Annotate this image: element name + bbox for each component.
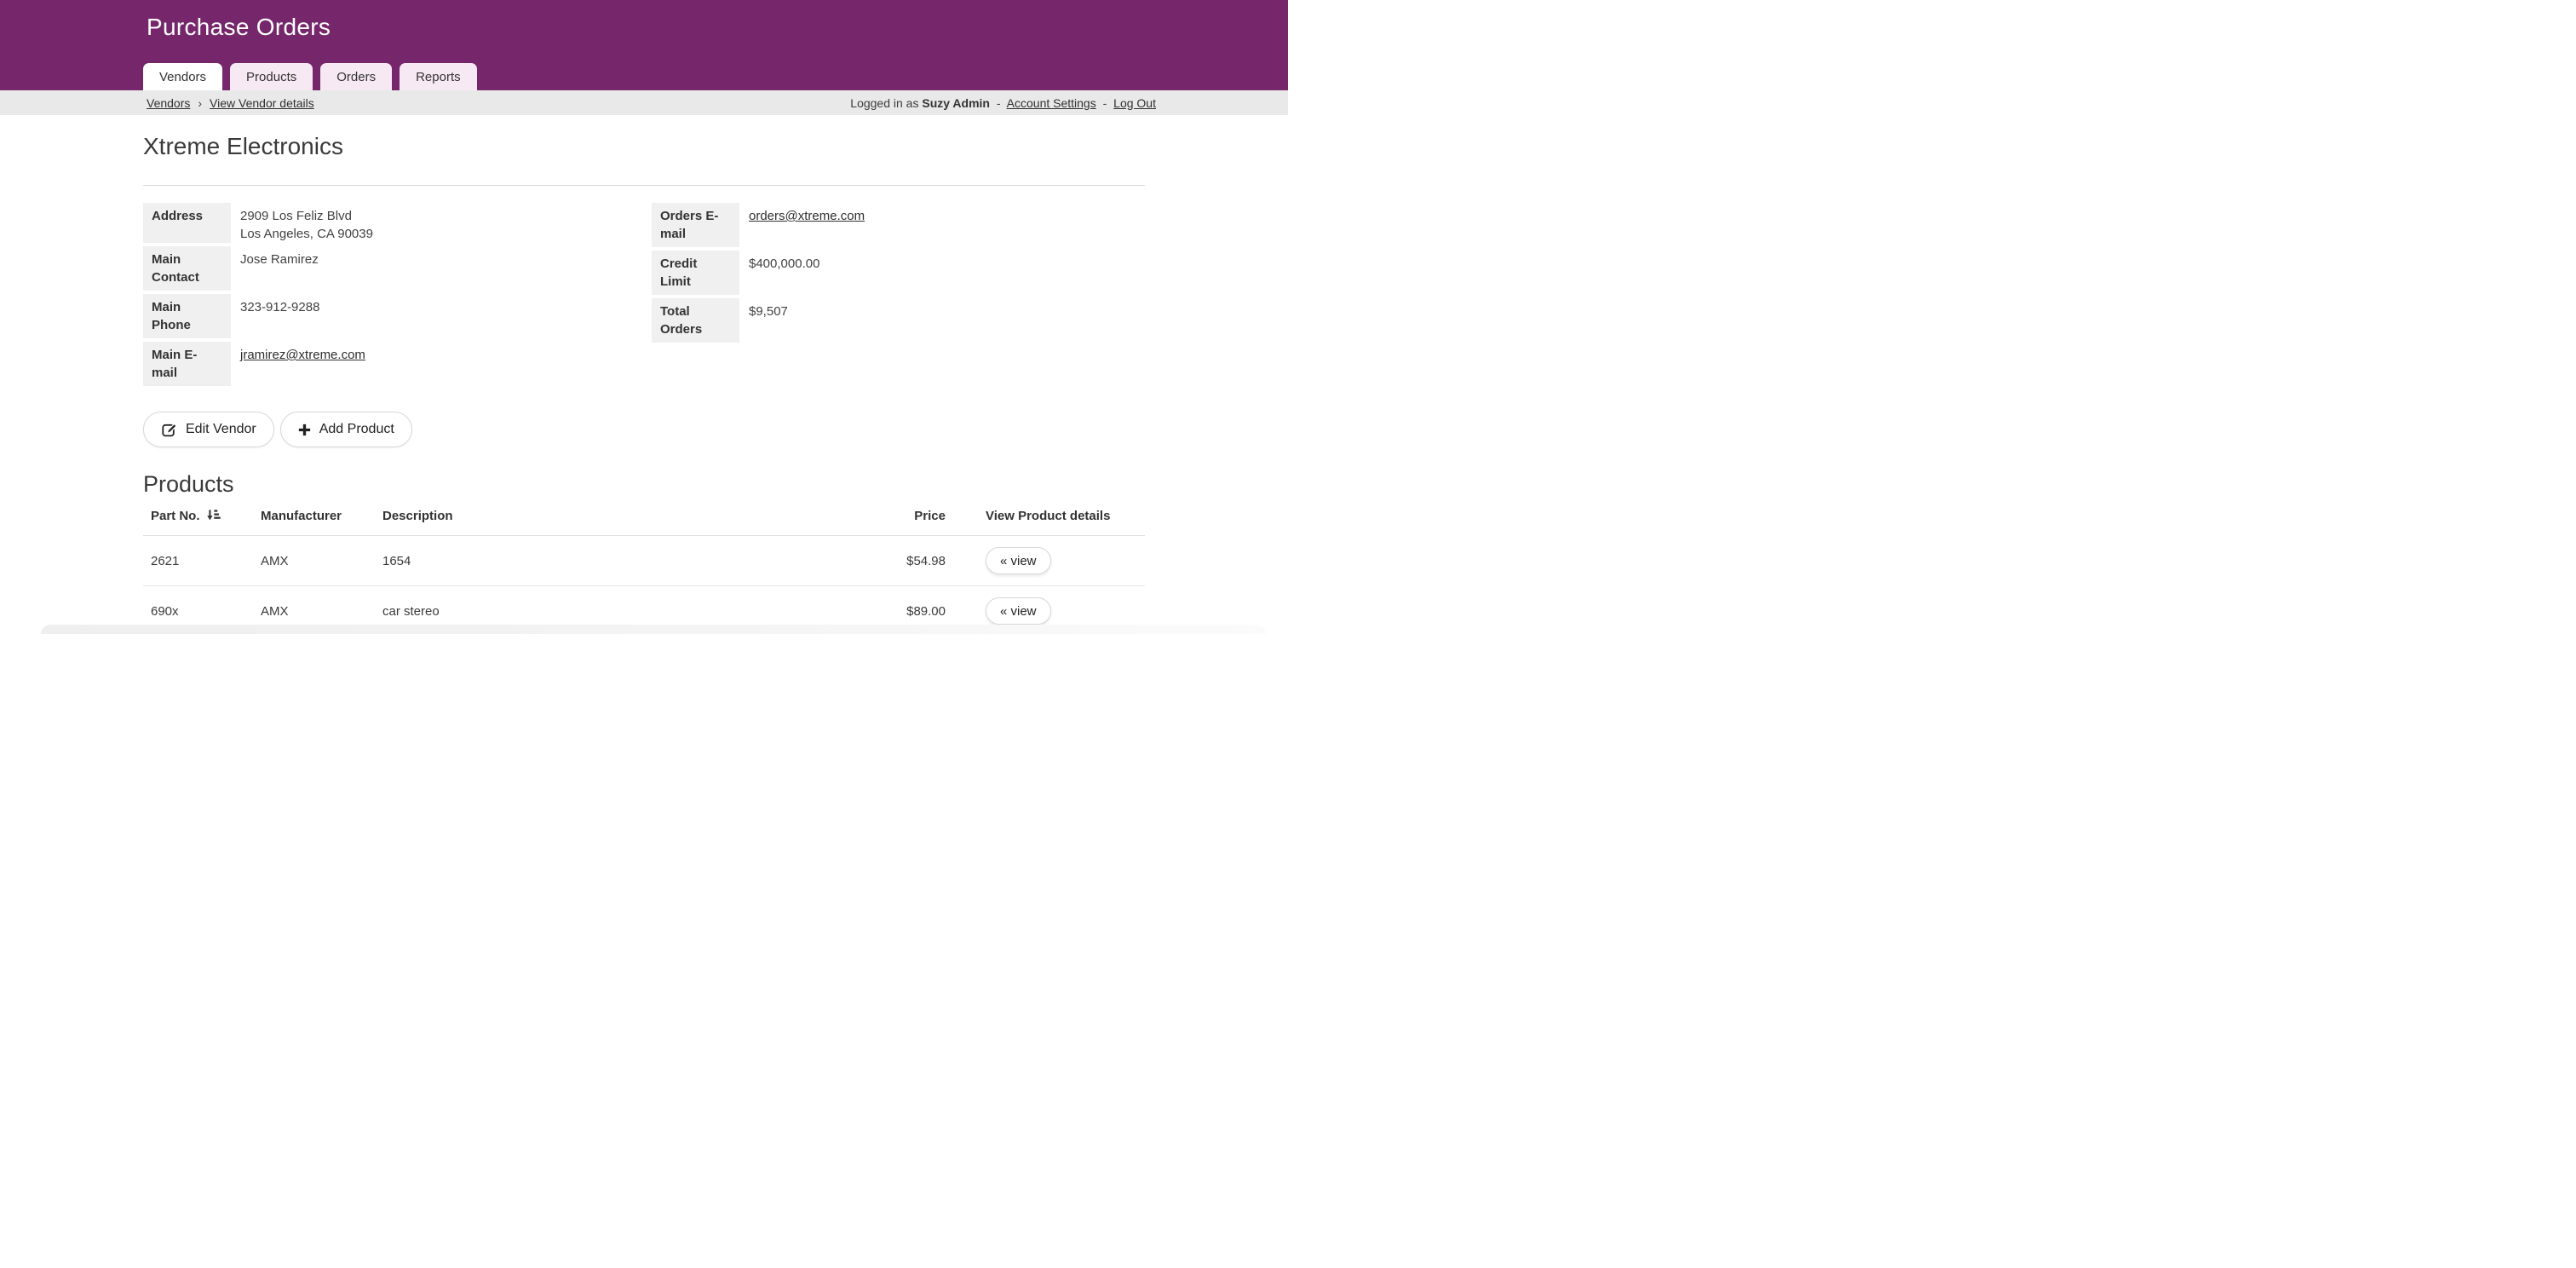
nav-tabs: Vendors Products Orders Reports xyxy=(143,63,477,90)
detail-row-total-orders: Total Orders $9,507 xyxy=(652,298,865,343)
vendor-actions: Edit Vendor Add Product xyxy=(143,412,1145,447)
account-settings-link[interactable]: Account Settings xyxy=(1007,96,1096,110)
logged-in-prefix: Logged in as xyxy=(850,96,918,110)
app-header: Purchase Orders Vendors Products Orders … xyxy=(0,0,1288,90)
detail-value-main-contact: Jose Ramirez xyxy=(231,246,319,291)
detail-row-credit-limit: Credit Limit $400,000.00 xyxy=(652,251,865,295)
detail-label: Main E-mail xyxy=(143,342,231,386)
detail-value-main-email: jramirez@xtreme.com xyxy=(231,342,365,386)
detail-value-credit-limit: $400,000.00 xyxy=(739,251,819,295)
tab-vendors[interactable]: Vendors xyxy=(143,63,222,90)
main-content: Xtreme Electronics Address 2909 Los Feli… xyxy=(0,130,1288,634)
sort-descending-icon xyxy=(206,509,221,522)
app-window: Purchase Orders Vendors Products Orders … xyxy=(0,0,1288,634)
edit-vendor-button[interactable]: Edit Vendor xyxy=(143,412,274,447)
breadcrumb-view-vendor-link[interactable]: View Vendor details xyxy=(210,96,314,110)
detail-label: Credit Limit xyxy=(652,251,739,295)
app-title: Purchase Orders xyxy=(147,14,331,41)
detail-label: Main Phone xyxy=(143,294,231,338)
breadcrumb-separator: › xyxy=(198,96,202,110)
detail-row-main-phone: Main Phone 323-912-9288 xyxy=(143,294,652,338)
session-info: Logged in as Suzy Admin - Account Settin… xyxy=(850,96,1156,110)
add-product-label: Add Product xyxy=(319,422,394,437)
column-header-manufacturer: Manufacturer xyxy=(253,509,375,536)
cell-part-no: 2621 xyxy=(143,536,253,586)
address-line-2: Los Angeles, CA 90039 xyxy=(240,225,373,243)
detail-value-main-phone: 323-912-9288 xyxy=(231,294,319,338)
detail-label: Orders E-mail xyxy=(652,203,739,247)
orders-email-link[interactable]: orders@xtreme.com xyxy=(749,209,865,223)
plus-icon xyxy=(298,424,311,436)
detail-row-address: Address 2909 Los Feliz Blvd Los Angeles,… xyxy=(143,203,652,243)
footer-strip xyxy=(41,625,1266,634)
column-header-part-no[interactable]: Part No. xyxy=(143,509,253,536)
vendor-name-heading: Xtreme Electronics xyxy=(143,130,1145,163)
main-email-link[interactable]: jramirez@xtreme.com xyxy=(240,348,365,362)
user-name: Suzy Admin xyxy=(922,96,990,110)
column-header-description: Description xyxy=(375,509,845,536)
add-product-button[interactable]: Add Product xyxy=(280,412,412,447)
tab-products[interactable]: Products xyxy=(230,63,313,90)
detail-label: Total Orders xyxy=(652,298,739,343)
cell-description: 1654 xyxy=(375,536,845,586)
detail-label: Main Contact xyxy=(143,246,231,291)
separator-dash: - xyxy=(997,96,1001,110)
column-header-view-details: View Product details xyxy=(952,509,1145,536)
detail-row-orders-email: Orders E-mail orders@xtreme.com xyxy=(652,203,865,247)
breadcrumb: Vendors › View Vendor details xyxy=(147,96,314,110)
products-heading: Products xyxy=(143,470,1145,499)
view-product-button[interactable]: « view xyxy=(986,597,1051,625)
edit-vendor-label: Edit Vendor xyxy=(186,422,256,437)
vendor-details-left: Address 2909 Los Feliz Blvd Los Angeles,… xyxy=(143,203,652,389)
products-header-row: Part No. Manufacturer Description Price … xyxy=(143,509,1145,536)
heading-divider xyxy=(143,185,1145,186)
vendor-details: Address 2909 Los Feliz Blvd Los Angeles,… xyxy=(143,203,1145,389)
detail-value-address: 2909 Los Feliz Blvd Los Angeles, CA 9003… xyxy=(231,203,373,243)
tab-reports[interactable]: Reports xyxy=(400,63,477,90)
top-bar: Vendors › View Vendor details Logged in as… xyxy=(0,90,1288,115)
detail-value-orders-email: orders@xtreme.com xyxy=(739,203,865,247)
column-header-price: Price xyxy=(845,509,952,536)
edit-pencil-square-icon xyxy=(161,422,177,438)
cell-price: $54.98 xyxy=(845,536,952,586)
separator-dash: - xyxy=(1103,96,1107,110)
address-line-1: 2909 Los Feliz Blvd xyxy=(240,207,373,225)
view-product-button[interactable]: « view xyxy=(986,547,1051,574)
detail-row-main-email: Main E-mail jramirez@xtreme.com xyxy=(143,342,652,386)
detail-row-main-contact: Main Contact Jose Ramirez xyxy=(143,246,652,291)
products-table: Part No. Manufacturer Description Price … xyxy=(143,509,1145,634)
breadcrumb-vendors-link[interactable]: Vendors xyxy=(147,96,190,110)
tab-orders[interactable]: Orders xyxy=(320,63,392,90)
vendor-details-right: Orders E-mail orders@xtreme.com Credit L… xyxy=(652,203,865,346)
detail-value-total-orders: $9,507 xyxy=(739,298,788,343)
log-out-link[interactable]: Log Out xyxy=(1113,96,1156,110)
cell-manufacturer: AMX xyxy=(253,536,375,586)
table-row: 2621 AMX 1654 $54.98 « view xyxy=(143,536,1145,586)
detail-label: Address xyxy=(143,203,231,243)
